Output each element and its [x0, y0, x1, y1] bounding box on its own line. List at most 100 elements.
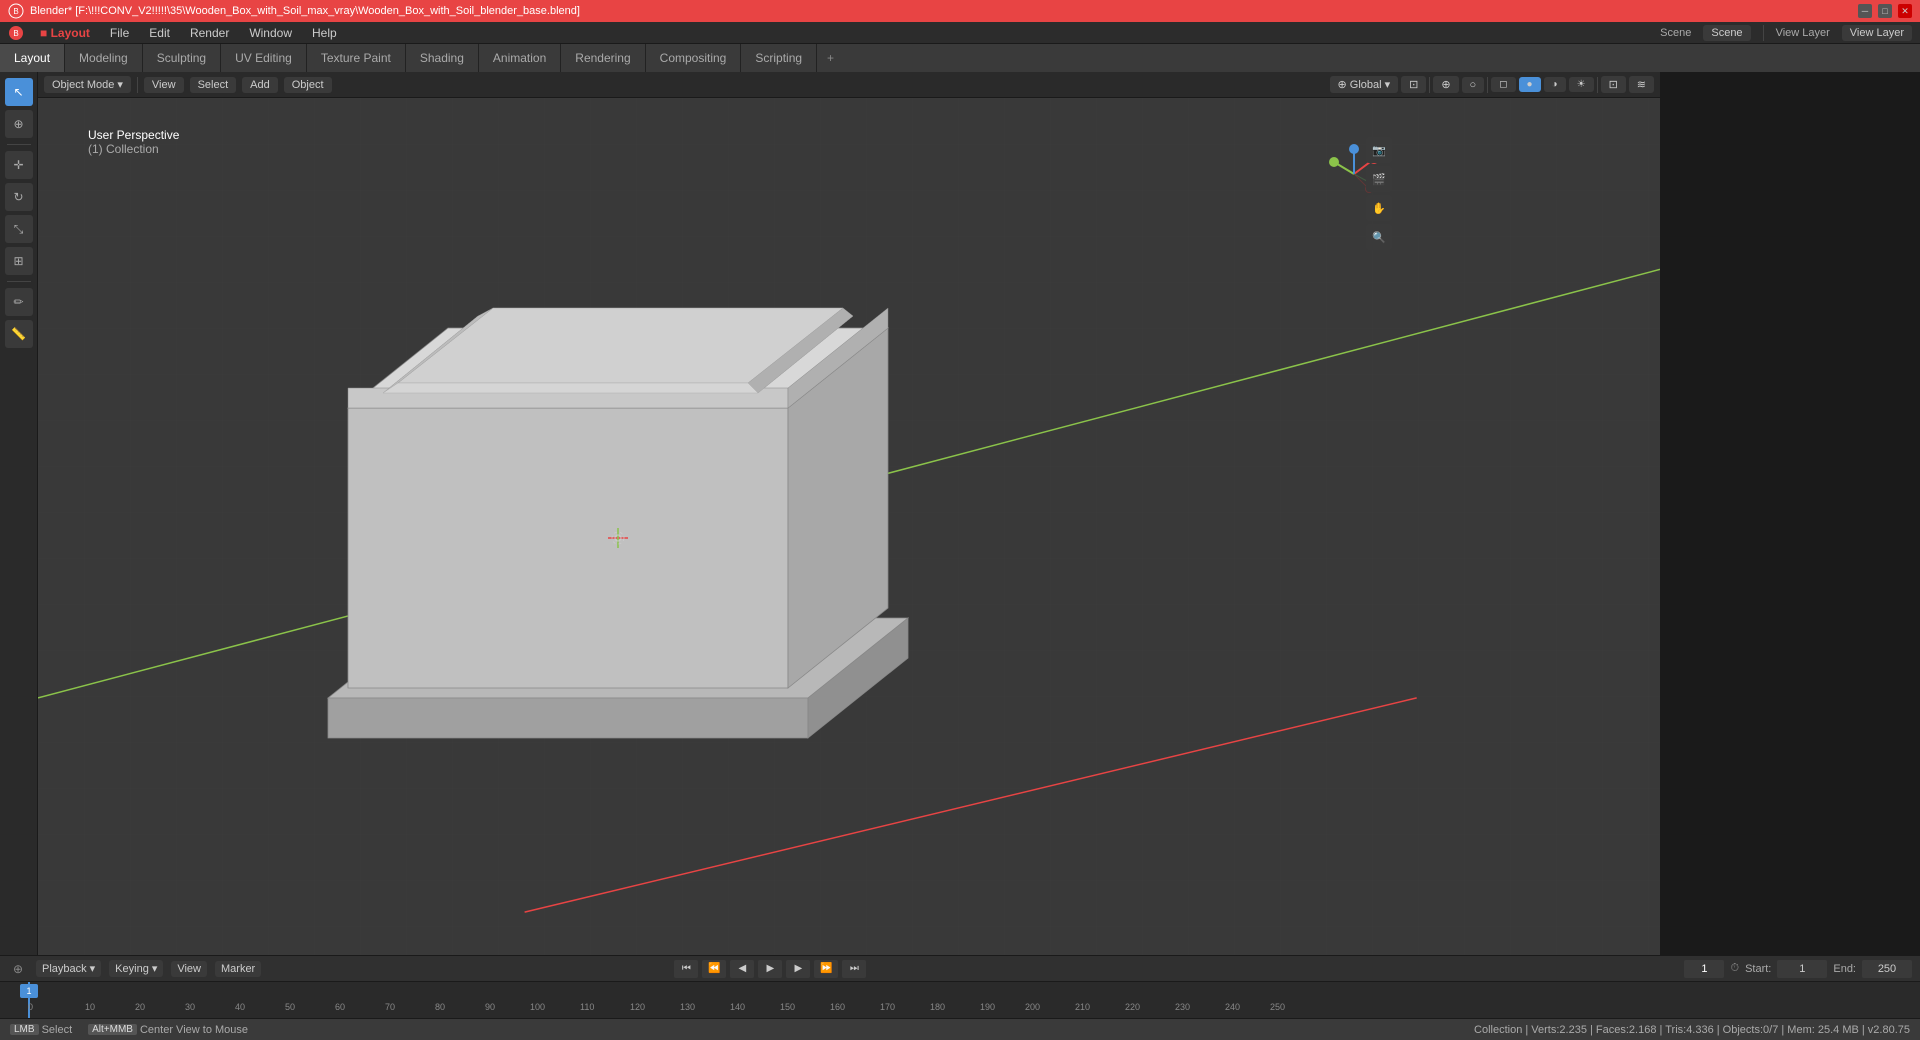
wireframe-mode[interactable]: ◻ [1491, 77, 1515, 92]
start-label: Start: [1745, 963, 1771, 975]
svg-text:200: 200 [1025, 1002, 1040, 1012]
titlebar: B Blender* [F:\!!!CONV_V2!!!!!\35\Wooden… [0, 0, 1920, 22]
jump-to-end-button[interactable]: ⏭ [842, 960, 866, 978]
material-preview-mode[interactable]: ◑ [1544, 77, 1566, 92]
svg-text:B: B [13, 7, 18, 16]
transform-tool[interactable]: ⊞ [5, 247, 33, 275]
tool-separator-1 [7, 144, 31, 145]
annotate-tool[interactable]: ✏ [5, 288, 33, 316]
svg-text:10: 10 [85, 1002, 95, 1012]
titlebar-text: Blender* [F:\!!!CONV_V2!!!!!\35\Wooden_B… [30, 5, 580, 17]
marker-menu[interactable]: Marker [215, 961, 261, 977]
workspace-tabs: Layout Modeling Sculpting UV Editing Tex… [0, 44, 1920, 72]
add-workspace-button[interactable]: + [817, 44, 844, 72]
svg-text:70: 70 [385, 1002, 395, 1012]
menu-help[interactable]: Help [308, 24, 341, 42]
overlay-toggle[interactable]: ⊡ [1601, 76, 1626, 93]
next-keyframe-button[interactable]: ⏩ [814, 960, 838, 978]
xray-toggle[interactable]: ≋ [1629, 76, 1654, 93]
view-menu[interactable]: View [144, 77, 184, 93]
select-key: LMB [10, 1024, 39, 1035]
scene-selector[interactable]: Scene [1703, 25, 1750, 41]
tab-rendering[interactable]: Rendering [561, 44, 645, 72]
global-selector[interactable]: ⊕ Global ▾ [1330, 76, 1399, 93]
play-button[interactable]: ▶ [758, 960, 782, 978]
minimize-button[interactable]: ─ [1858, 4, 1872, 18]
svg-text:90: 90 [485, 1002, 495, 1012]
tab-sculpting[interactable]: Sculpting [143, 44, 221, 72]
menu-window[interactable]: Window [245, 24, 296, 42]
menu-render[interactable]: Render [186, 24, 233, 42]
svg-text:160: 160 [830, 1002, 845, 1012]
svg-text:0: 0 [28, 1002, 33, 1012]
clock-icon: ⏱ [1730, 962, 1739, 975]
move-tool[interactable]: ✛ [5, 151, 33, 179]
close-button[interactable]: ✕ [1898, 4, 1912, 18]
measure-tool[interactable]: 📏 [5, 320, 33, 348]
select-action-label: Select [42, 1024, 73, 1036]
menu-edit[interactable]: Edit [145, 24, 174, 42]
rotate-tool[interactable]: ↻ [5, 183, 33, 211]
3d-viewport[interactable]: User Perspective (1) Collection [38, 98, 1660, 955]
end-label: End: [1833, 963, 1856, 975]
cursor-tool[interactable]: ⊕ [5, 110, 33, 138]
select-tool[interactable]: ↖ [5, 78, 33, 106]
menu-file[interactable]: File [106, 24, 133, 42]
add-menu[interactable]: Add [242, 77, 278, 93]
jump-to-start-button[interactable]: ⏮ [674, 960, 698, 978]
vp-sep-1 [137, 77, 138, 93]
solid-mode[interactable]: ● [1519, 77, 1541, 92]
viewport-tool-render[interactable]: 🎬 [1366, 166, 1392, 192]
tab-modeling[interactable]: Modeling [65, 44, 143, 72]
svg-text:250: 250 [1270, 1002, 1285, 1012]
svg-text:120: 120 [630, 1002, 645, 1012]
snap-toggle[interactable]: ⊕ [1433, 76, 1458, 93]
center-view-label: Center View to Mouse [140, 1024, 248, 1036]
end-frame-input[interactable]: 250 [1862, 960, 1912, 978]
tab-uv-editing[interactable]: UV Editing [221, 44, 307, 72]
view-layer-selector[interactable]: View Layer [1842, 25, 1912, 41]
timeline-controls: ⏮ ⏪ ◀ ▶ ▶ ⏩ ⏭ [674, 960, 866, 978]
status-select: LMB Select [10, 1024, 72, 1036]
svg-text:110: 110 [580, 1002, 594, 1012]
tab-compositing[interactable]: Compositing [646, 44, 742, 72]
start-frame-input[interactable]: 1 [1777, 960, 1827, 978]
svg-text:210: 210 [1075, 1002, 1090, 1012]
scene-label: Scene [1660, 27, 1691, 39]
viewport-tool-search[interactable]: 🔍 [1366, 224, 1392, 250]
status-info: Collection | Verts:2.235 | Faces:2.168 |… [1474, 1024, 1910, 1036]
tab-layout[interactable]: Layout [0, 44, 65, 72]
scale-tool[interactable]: ⤡ [5, 215, 33, 243]
viewport-tool-grab[interactable]: ✋ [1366, 195, 1392, 221]
svg-text:180: 180 [930, 1002, 945, 1012]
tab-animation[interactable]: Animation [479, 44, 561, 72]
object-menu[interactable]: Object [284, 77, 332, 93]
playback-menu[interactable]: Playback ▾ [36, 960, 101, 977]
next-frame-button[interactable]: ▶ [786, 960, 810, 978]
titlebar-controls: ─ □ ✕ [1858, 4, 1912, 18]
blender-logo: B [8, 25, 24, 41]
current-frame-input[interactable]: 1 [1684, 960, 1724, 978]
svg-text:80: 80 [435, 1002, 445, 1012]
tab-texture-paint[interactable]: Texture Paint [307, 44, 406, 72]
select-menu[interactable]: Select [190, 77, 237, 93]
timeline-range: 1 ⏱ Start: 1 End: 250 [1684, 960, 1912, 978]
proportional-edit[interactable]: ○ [1462, 77, 1485, 93]
timeline-view-menu[interactable]: View [171, 961, 207, 977]
prev-keyframe-button[interactable]: ⏪ [702, 960, 726, 978]
viewport-tool-camera[interactable]: 📷 [1366, 137, 1392, 163]
svg-text:190: 190 [980, 1002, 995, 1012]
object-mode-dropdown[interactable]: Object Mode ▾ [44, 76, 131, 93]
prev-frame-button[interactable]: ◀ [730, 960, 754, 978]
tool-separator-2 [7, 281, 31, 282]
maximize-button[interactable]: □ [1878, 4, 1892, 18]
keying-menu[interactable]: Keying ▾ [109, 960, 163, 977]
center-view-key: Alt+MMB [88, 1024, 137, 1035]
viewport-area: ↖ ⊕ ✛ ↻ ⤡ ⊞ ✏ 📏 Object Mode ▾ View Selec… [0, 72, 1920, 955]
scene-info-text: Collection | Verts:2.235 | Faces:2.168 |… [1474, 1024, 1910, 1036]
rendered-mode[interactable]: ☀ [1569, 77, 1594, 92]
transform-pivot[interactable]: ⊡ [1401, 76, 1426, 93]
menu-item-layout[interactable]: ■ Layout [36, 24, 94, 42]
tab-shading[interactable]: Shading [406, 44, 479, 72]
tab-scripting[interactable]: Scripting [741, 44, 817, 72]
